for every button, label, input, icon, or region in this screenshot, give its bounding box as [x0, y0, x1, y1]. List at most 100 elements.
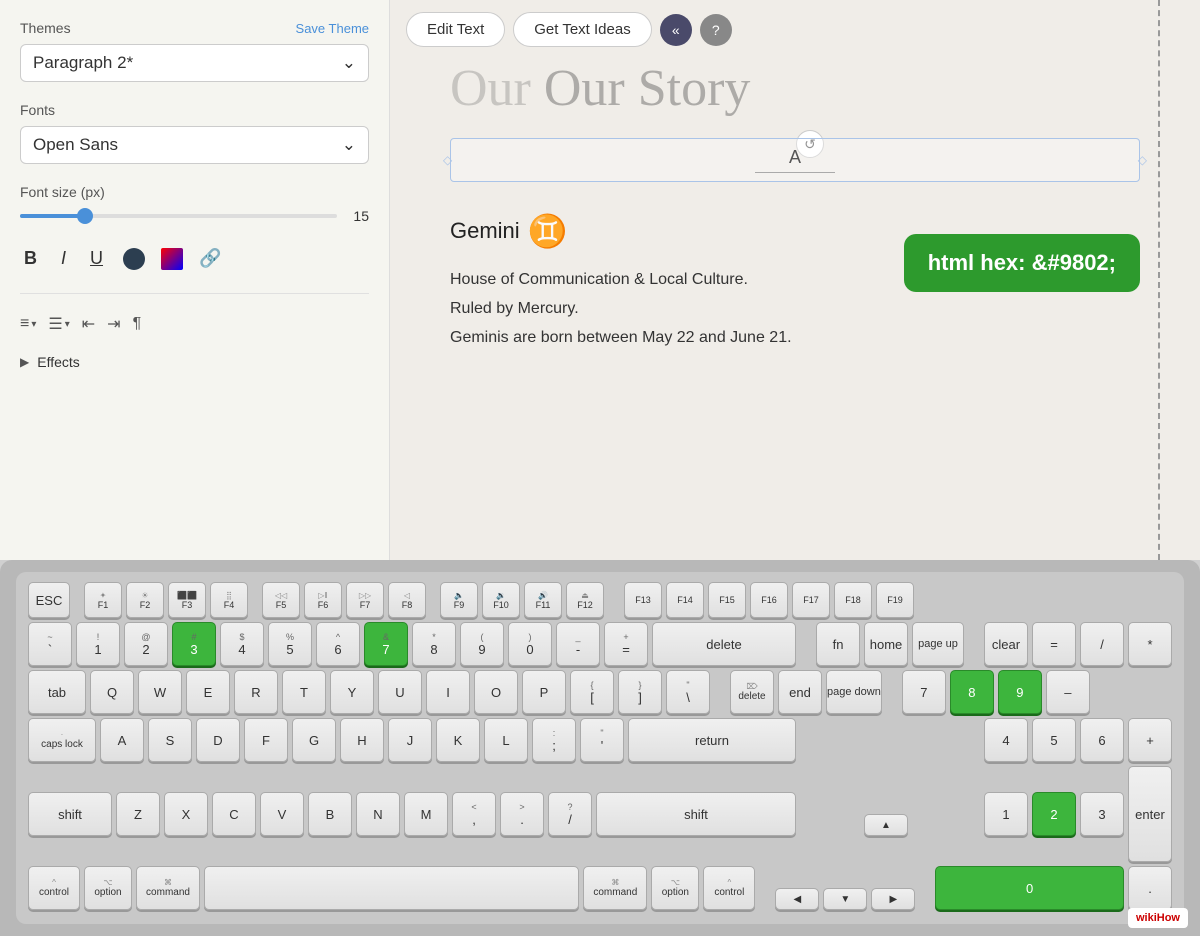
key-slash[interactable]: ?/	[548, 792, 592, 836]
list-style-button[interactable]: ☰ ▾	[48, 314, 69, 334]
key-fwd-delete[interactable]: ⌦delete	[730, 670, 774, 714]
key-tab[interactable]: tab	[28, 670, 86, 714]
key-numpad-6[interactable]: 6	[1080, 718, 1124, 762]
get-text-ideas-button[interactable]: Get Text Ideas	[513, 12, 651, 47]
font-select[interactable]: Open Sans ⌄	[20, 126, 369, 164]
key-control-left[interactable]: ^control	[28, 866, 80, 910]
key-rightbracket[interactable]: }]	[618, 670, 662, 714]
key-f13[interactable]: F13	[624, 582, 662, 618]
key-numpad-enter[interactable]: enter	[1128, 766, 1172, 862]
key-numpad-7[interactable]: 7	[902, 670, 946, 714]
key-y[interactable]: Y	[330, 670, 374, 714]
key-equals[interactable]: +=	[604, 622, 648, 666]
key-quote[interactable]: "'	[580, 718, 624, 762]
key-k[interactable]: K	[436, 718, 480, 762]
key-f15[interactable]: F15	[708, 582, 746, 618]
key-f19[interactable]: F19	[876, 582, 914, 618]
key-backslash[interactable]: "\	[666, 670, 710, 714]
key-esc[interactable]: ESC	[28, 582, 70, 618]
key-numpad-slash[interactable]: /	[1080, 622, 1124, 666]
help-button[interactable]: ?	[700, 14, 732, 46]
key-5[interactable]: %5	[268, 622, 312, 666]
key-numpad-plus[interactable]: +	[1128, 718, 1172, 762]
key-minus[interactable]: _-	[556, 622, 600, 666]
key-c[interactable]: C	[212, 792, 256, 836]
key-shift-left[interactable]: shift	[28, 792, 112, 836]
key-v[interactable]: V	[260, 792, 304, 836]
key-9[interactable]: (9	[460, 622, 504, 666]
key-arrow-up[interactable]: ▲	[864, 814, 908, 836]
bold-button[interactable]: B	[20, 244, 41, 273]
key-e[interactable]: E	[186, 670, 230, 714]
paragraph-select[interactable]: Paragraph 2* ⌄	[20, 44, 369, 82]
key-f17[interactable]: F17	[792, 582, 830, 618]
font-size-slider[interactable]	[20, 214, 337, 218]
key-b[interactable]: B	[308, 792, 352, 836]
key-home[interactable]: home	[864, 622, 908, 666]
key-numpad-8[interactable]: 8	[950, 670, 994, 714]
key-f12[interactable]: ⏏F12	[566, 582, 604, 618]
key-f3[interactable]: ⬛⬛F3	[168, 582, 206, 618]
key-pageup[interactable]: page up	[912, 622, 964, 666]
key-f11[interactable]: 🔊F11	[524, 582, 562, 618]
italic-button[interactable]: I	[57, 244, 70, 273]
effects-row[interactable]: ▶ Effects	[20, 354, 369, 370]
key-numpad-0[interactable]: 0	[935, 866, 1124, 910]
key-f7[interactable]: ▷▷F7	[346, 582, 384, 618]
key-capslock[interactable]: · caps lock	[28, 718, 96, 762]
key-numpad-5[interactable]: 5	[1032, 718, 1076, 762]
key-arrow-left[interactable]: ◀	[775, 888, 819, 910]
key-f4[interactable]: ⣿F4	[210, 582, 248, 618]
key-control-right[interactable]: ^control	[703, 866, 755, 910]
key-leftbracket[interactable]: {[	[570, 670, 614, 714]
key-numpad-4[interactable]: 4	[984, 718, 1028, 762]
key-numpad-equals[interactable]: =	[1032, 622, 1076, 666]
key-numpad-clear[interactable]: clear	[984, 622, 1028, 666]
indent-increase-button[interactable]: ⇥	[107, 314, 120, 334]
key-numpad-decimal[interactable]: .	[1128, 866, 1172, 910]
key-8[interactable]: *8	[412, 622, 456, 666]
text-input-box[interactable]: A	[450, 138, 1140, 182]
key-m[interactable]: M	[404, 792, 448, 836]
background-color-button[interactable]	[161, 248, 183, 270]
key-n[interactable]: N	[356, 792, 400, 836]
underline-button[interactable]: U	[86, 244, 107, 273]
key-t[interactable]: T	[282, 670, 326, 714]
key-f10[interactable]: 🔉F10	[482, 582, 520, 618]
key-f5[interactable]: ◁◁F5	[262, 582, 300, 618]
key-f18[interactable]: F18	[834, 582, 872, 618]
align-left-button[interactable]: ≡ ▾	[20, 315, 36, 333]
key-u[interactable]: U	[378, 670, 422, 714]
key-space[interactable]	[204, 866, 579, 910]
key-f1[interactable]: ✦F1	[84, 582, 122, 618]
key-f[interactable]: F	[244, 718, 288, 762]
key-numpad-9[interactable]: 9	[998, 670, 1042, 714]
key-p[interactable]: P	[522, 670, 566, 714]
key-d[interactable]: D	[196, 718, 240, 762]
key-semicolon[interactable]: :;	[532, 718, 576, 762]
key-6[interactable]: ^6	[316, 622, 360, 666]
key-numpad-2[interactable]: 2	[1032, 792, 1076, 836]
text-direction-button[interactable]: ¶	[133, 315, 142, 333]
key-j[interactable]: J	[388, 718, 432, 762]
key-4[interactable]: $4	[220, 622, 264, 666]
key-f8[interactable]: ◁F8	[388, 582, 426, 618]
slider-thumb[interactable]	[77, 208, 93, 224]
key-period[interactable]: >.	[500, 792, 544, 836]
key-7[interactable]: &7	[364, 622, 408, 666]
key-return[interactable]: return	[628, 718, 796, 762]
key-option-right[interactable]: ⌥option	[651, 866, 699, 910]
key-numpad-1[interactable]: 1	[984, 792, 1028, 836]
key-backtick[interactable]: ~`	[28, 622, 72, 666]
key-delete[interactable]: delete	[652, 622, 796, 666]
link-button[interactable]: 🔗	[199, 248, 221, 269]
key-arrow-right[interactable]: ▶	[871, 888, 915, 910]
key-command-right[interactable]: ⌘command	[583, 866, 647, 910]
key-option-left[interactable]: ⌥option	[84, 866, 132, 910]
key-comma[interactable]: <,	[452, 792, 496, 836]
key-numpad-3[interactable]: 3	[1080, 792, 1124, 836]
key-arrow-down[interactable]: ▼	[823, 888, 867, 910]
key-x[interactable]: X	[164, 792, 208, 836]
key-f16[interactable]: F16	[750, 582, 788, 618]
key-z[interactable]: Z	[116, 792, 160, 836]
